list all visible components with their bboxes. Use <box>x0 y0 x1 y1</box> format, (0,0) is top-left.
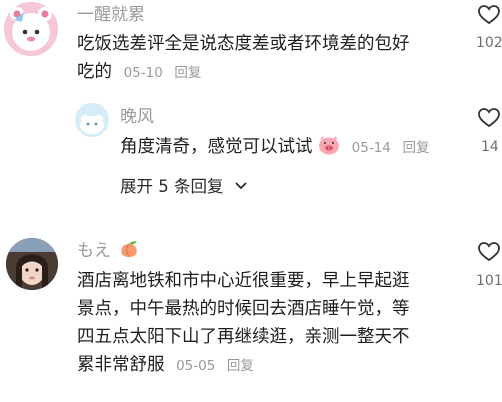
peach-emoji-icon <box>121 241 138 257</box>
comment-text-line: 四五点太阳下山了再继续逛，亲测一整天不 <box>77 327 410 347</box>
avatar[interactable] <box>4 2 58 56</box>
avatar-image <box>75 103 109 137</box>
reply-date: 05-14 <box>351 140 391 156</box>
comment-text-line: 累非常舒服 05-05 回复 <box>77 351 410 380</box>
reply-text: 角度清奇，感觉可以试试 05-14 回复 <box>120 133 429 162</box>
heart-outline-icon[interactable] <box>478 5 500 25</box>
comment-date: 05-05 <box>176 358 216 374</box>
heart-outline-icon[interactable] <box>478 108 500 128</box>
like-count: 101 <box>476 273 502 289</box>
reply-username[interactable]: 晚风 <box>120 106 154 128</box>
comment-text-tail: 累非常舒服 <box>77 355 165 375</box>
reply-button[interactable]: 回复 <box>174 65 201 81</box>
reply-text-body: 角度清奇，感觉可以试试 <box>120 137 313 157</box>
like-count: 14 <box>481 139 499 155</box>
expand-replies-button[interactable]: 展开 5 条回复 <box>120 176 247 198</box>
avatar[interactable] <box>75 103 109 137</box>
comment-date: 05-10 <box>123 65 163 81</box>
comment-text: 酒店离地铁和市中心近很重要，早上早起逛 景点，中午最热的时候回去酒店睡午觉，等 … <box>77 267 410 380</box>
reply-button[interactable]: 回复 <box>402 140 429 156</box>
expand-replies-label: 展开 5 条回复 <box>120 177 224 196</box>
comment-text-tail: 吃的 <box>77 62 112 82</box>
comment-username[interactable]: もえ <box>77 240 140 262</box>
comment-list: 一醒就累 吃饭选差评全是说态度差或者环境差的包好 吃的 05-10 回复 102… <box>0 0 502 402</box>
comment-username-text: もえ <box>77 241 111 261</box>
avatar-image <box>6 238 58 290</box>
comment-text-line: 吃的 05-10 回复 <box>77 58 410 87</box>
comment-username[interactable]: 一醒就累 <box>77 4 145 26</box>
comment-text-line: 景点，中午最热的时候回去酒店睡午觉，等 <box>77 299 410 319</box>
reply-button[interactable]: 回复 <box>227 358 254 374</box>
avatar-image <box>4 2 58 56</box>
comment-text-line: 吃饭选差评全是说态度差或者环境差的包好 <box>77 34 410 54</box>
pig-face-emoji-icon <box>319 136 340 155</box>
comment-text: 吃饭选差评全是说态度差或者环境差的包好 吃的 05-10 回复 <box>77 30 410 87</box>
heart-outline-icon[interactable] <box>478 242 500 262</box>
avatar[interactable] <box>6 238 58 290</box>
comment-text-line: 酒店离地铁和市中心近很重要，早上早起逛 <box>77 271 410 291</box>
chevron-down-icon <box>235 182 247 190</box>
like-count: 102 <box>476 35 502 51</box>
